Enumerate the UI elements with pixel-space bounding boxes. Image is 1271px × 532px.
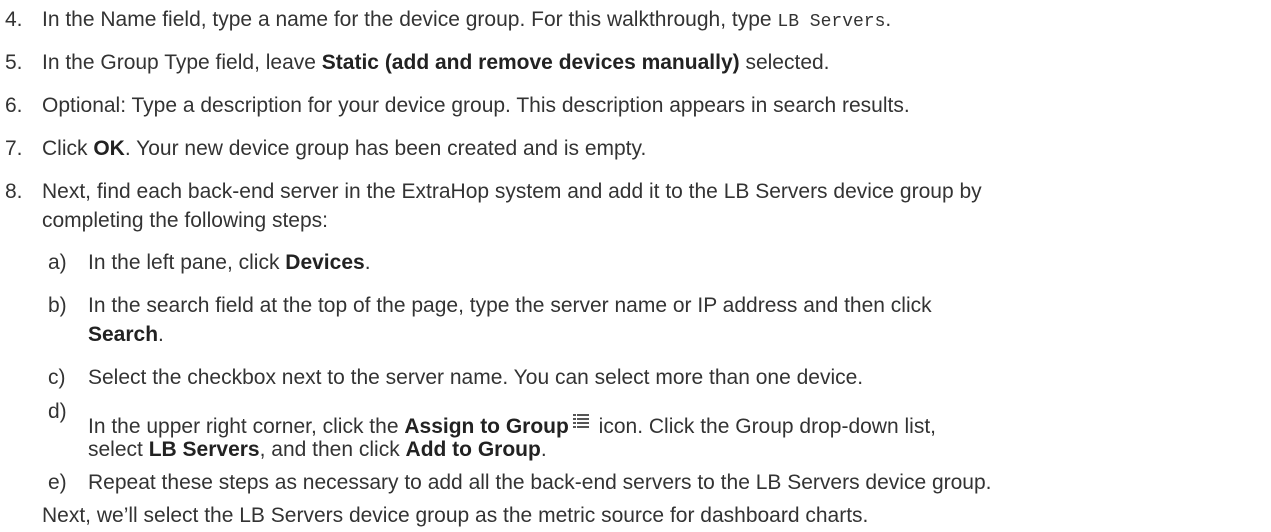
step-text-end: . Your new device group has been created…	[124, 137, 647, 160]
substep-text: Select the checkbox next to the server n…	[88, 366, 864, 389]
step-number: 7.	[5, 137, 23, 160]
bold-text: Search	[88, 323, 159, 346]
substep-text-end: .	[158, 323, 164, 346]
bold-text: Add to Group	[405, 438, 541, 461]
step-number: 8.	[5, 180, 23, 203]
substep-letter: a)	[48, 251, 67, 274]
step-text: completing the following steps:	[42, 209, 328, 232]
step-number: 4.	[5, 8, 23, 31]
step-text: In the Name field, type a name for the d…	[42, 8, 778, 31]
substep-text: select	[88, 438, 149, 461]
document-page: { "steps": [ {"num": "4.", "t1": "In the…	[0, 0, 1271, 532]
substep-text: In the upper right corner, click the	[88, 415, 405, 438]
substep-text: In the left pane, click	[88, 251, 286, 274]
step-number: 5.	[5, 51, 23, 74]
bold-text: LB Servers	[148, 438, 260, 461]
substep-letter: c)	[48, 366, 66, 389]
substep-text-mid: , and then click	[259, 438, 406, 461]
substep-letter: b)	[48, 294, 67, 317]
substep-letter: e)	[48, 471, 67, 494]
substep-text-mid: icon. Click the Group drop-down list,	[592, 415, 936, 438]
step-text: Optional: Type a description for your de…	[42, 94, 910, 117]
step-text-end: selected.	[739, 51, 830, 74]
closing-text: Next, we’ll select the LB Servers device…	[42, 504, 869, 527]
step-number: 6.	[5, 94, 23, 117]
bold-text: OK	[93, 137, 125, 160]
list-icon	[572, 410, 589, 428]
substep-letter: d)	[48, 400, 67, 423]
substep-text: In the search field at the top of the pa…	[88, 294, 932, 317]
bold-text: Assign to Group	[404, 415, 569, 438]
substep-text: Repeat these steps as necessary to add a…	[88, 471, 992, 494]
substep-text-end: .	[540, 438, 547, 461]
step-text: Next, find each back-end server in the E…	[42, 180, 982, 203]
substep-text-end: .	[364, 251, 371, 274]
step-text: In the Group Type field, leave	[42, 51, 322, 74]
step-text-end: .	[885, 8, 892, 31]
bold-text: Static (add and remove devices manually)	[321, 51, 740, 74]
step-text: Click	[42, 137, 94, 160]
code-text: LB Servers	[777, 12, 886, 32]
bold-text: Devices	[285, 251, 365, 274]
